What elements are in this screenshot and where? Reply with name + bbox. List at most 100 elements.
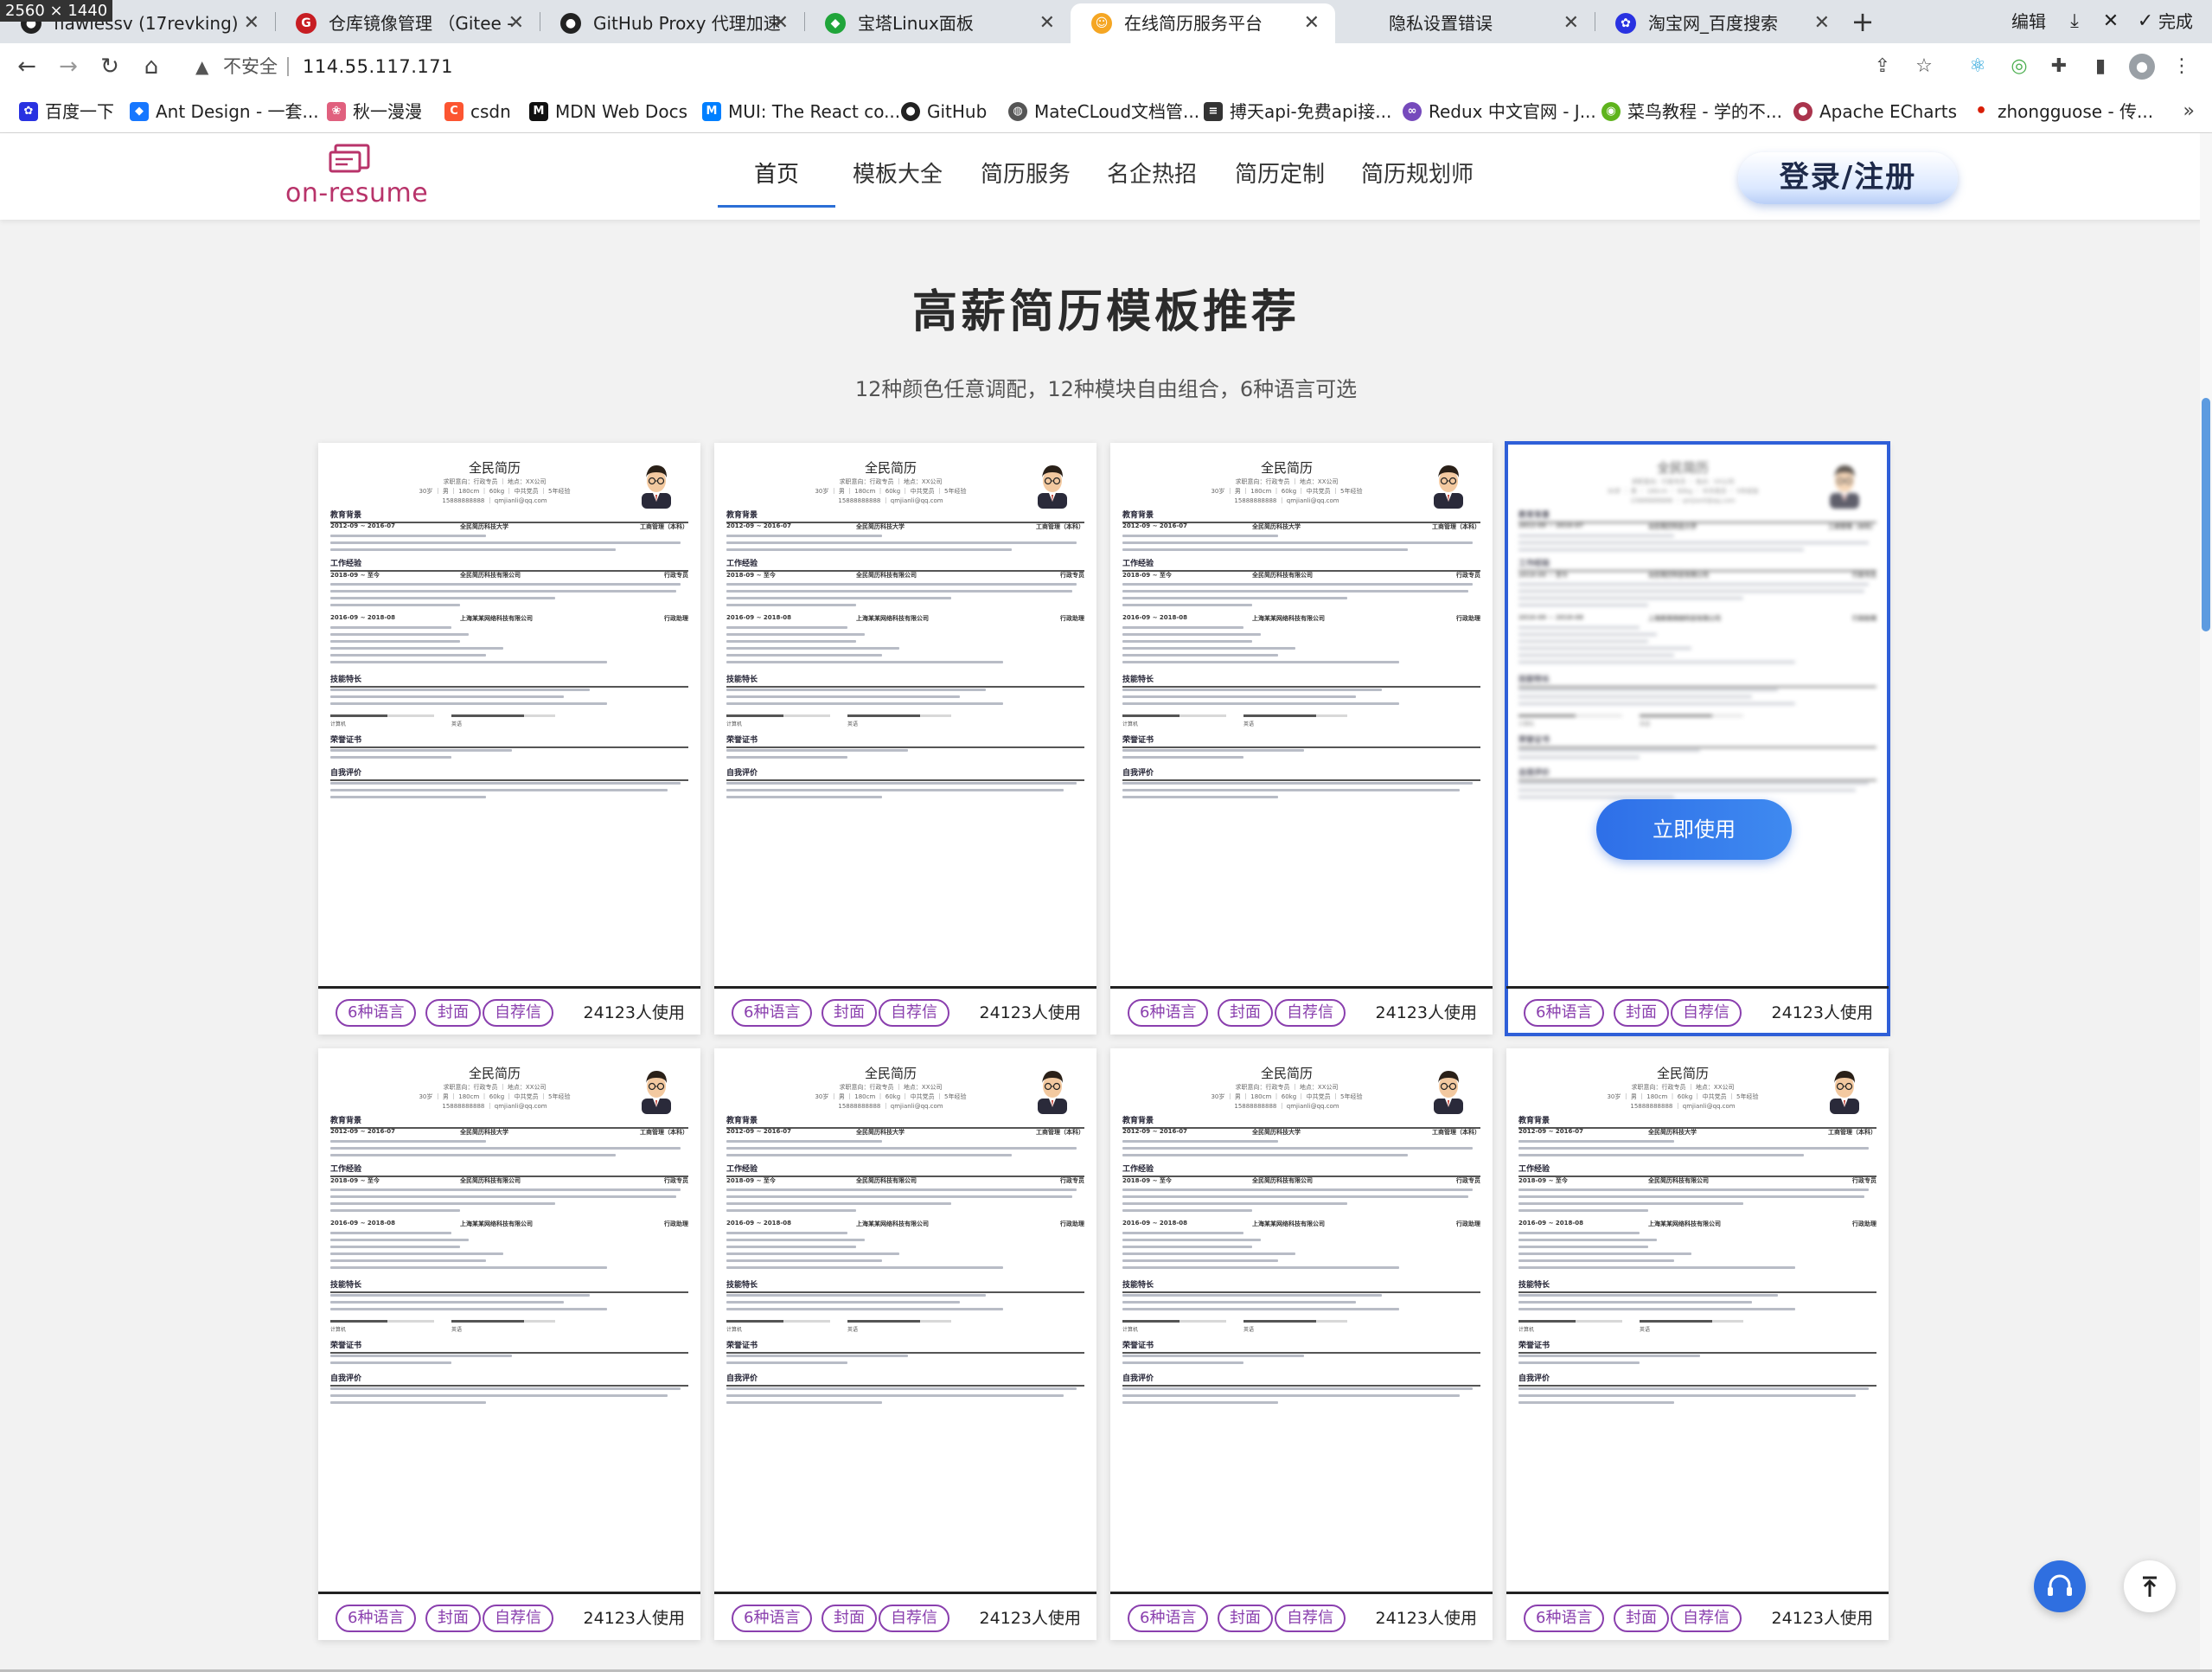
nav-item-home[interactable]: 首页 xyxy=(718,133,835,220)
home-icon[interactable]: ⌂ xyxy=(135,50,168,83)
address-bar[interactable]: ▲ 不安全 114.55.117.171 xyxy=(187,48,1899,85)
warning-icon[interactable]: ▲ xyxy=(195,48,208,85)
resume-preview[interactable]: 全民简历 求职意向：行政专员 ｜ 地点：XX公司 30岁 ｜ 男 ｜ 180cm… xyxy=(318,1048,700,1592)
template-card[interactable]: 全民简历 求职意向：行政专员 ｜ 地点：XX公司 30岁 ｜ 男 ｜ 180cm… xyxy=(318,443,700,1035)
download-icon[interactable]: ⤓ xyxy=(2058,0,2091,43)
bookmark-item[interactable]: ◆ Ant Design - 一套... xyxy=(130,90,319,133)
tag-cover[interactable]: 封面 xyxy=(425,1605,481,1632)
bookmark-item[interactable]: ◍ MateCLoud文档管... xyxy=(1008,90,1199,133)
resume-preview[interactable]: 全民简历 求职意向：行政专员 ｜ 地点：XX公司 30岁 ｜ 男 ｜ 180cm… xyxy=(714,443,1096,986)
tag-cover-letter[interactable]: 自荐信 xyxy=(483,999,553,1027)
nav-item-jobs[interactable]: 名企热招 xyxy=(1107,133,1197,220)
close-icon[interactable]: ✕ xyxy=(1814,3,1830,43)
tag-languages[interactable]: 6种语言 xyxy=(336,1605,417,1632)
star-icon[interactable]: ☆ xyxy=(1908,50,1940,83)
bookmark-item[interactable]: ∞ Redux 中文官网 - J... xyxy=(1403,90,1596,133)
close-icon[interactable]: ✕ xyxy=(1304,3,1320,43)
browser-tab[interactable]: ◆ 宝塔Linux面板 ✕ xyxy=(804,3,1071,43)
sidebar-icon[interactable]: ▮ xyxy=(2084,50,2117,83)
close-icon[interactable]: ✕ xyxy=(244,3,259,43)
chevron-right-icon[interactable]: » xyxy=(2183,90,2195,133)
resume-preview[interactable]: 全民简历 求职意向：行政专员 ｜ 地点：XX公司 30岁 ｜ 男 ｜ 180cm… xyxy=(1506,1048,1889,1592)
bookmark-item[interactable]: ❀ 秋一漫漫 xyxy=(327,90,422,133)
tag-cover[interactable]: 封面 xyxy=(1614,1605,1669,1632)
tag-cover-letter[interactable]: 自荐信 xyxy=(1275,1605,1346,1632)
tag-cover-letter[interactable]: 自荐信 xyxy=(1275,999,1346,1027)
site-logo[interactable]: on-resume xyxy=(285,140,432,213)
nav-item-resume-planner[interactable]: 简历规划师 xyxy=(1361,133,1474,220)
bookmark-item[interactable]: ● Apache ECharts xyxy=(1793,90,1957,133)
template-card[interactable]: 全民简历 求职意向：行政专员 ｜ 地点：XX公司 30岁 ｜ 男 ｜ 180cm… xyxy=(1505,441,1890,1036)
tag-cover-letter[interactable]: 自荐信 xyxy=(879,999,949,1027)
template-card[interactable]: 全民简历 求职意向：行政专员 ｜ 地点：XX公司 30岁 ｜ 男 ｜ 180cm… xyxy=(1506,1048,1889,1640)
bookmark-item[interactable]: M MDN Web Docs xyxy=(529,90,687,133)
tag-cover-letter[interactable]: 自荐信 xyxy=(1671,1605,1742,1632)
close-icon[interactable]: ✕ xyxy=(1039,3,1055,43)
close-icon[interactable]: ✕ xyxy=(508,3,524,43)
bookmark-item[interactable]: ✿ 百度一下 xyxy=(19,90,114,133)
tag-cover[interactable]: 封面 xyxy=(1218,1605,1273,1632)
browser-tab-active[interactable]: ☺ 在线简历服务平台 ✕ xyxy=(1071,3,1335,43)
template-card[interactable]: 全民简历 求职意向：行政专员 ｜ 地点：XX公司 30岁 ｜ 男 ｜ 180cm… xyxy=(318,1048,700,1640)
bookmark-item[interactable]: Ccsdn xyxy=(444,90,511,133)
tag-languages[interactable]: 6种语言 xyxy=(1524,999,1605,1027)
bookmark-item[interactable]: M MUI: The React co... xyxy=(702,90,900,133)
bookmark-item[interactable]: ≡ 搏天api-免费api接... xyxy=(1204,90,1391,133)
scrollbar-track[interactable] xyxy=(2200,133,2212,1672)
template-card[interactable]: 全民简历 求职意向：行政专员 ｜ 地点：XX公司 30岁 ｜ 男 ｜ 180cm… xyxy=(714,443,1096,1035)
resume-preview[interactable]: 全民简历 求职意向：行政专员 ｜ 地点：XX公司 30岁 ｜ 男 ｜ 180cm… xyxy=(318,443,700,986)
use-now-button[interactable]: 立即使用 xyxy=(1596,799,1792,860)
profile-icon[interactable]: ● xyxy=(2129,54,2155,80)
resume-preview[interactable]: 全民简历 求职意向：行政专员 ｜ 地点：XX公司 30岁 ｜ 男 ｜ 180cm… xyxy=(714,1048,1096,1592)
browser-tab[interactable]: 隐私设置错误 ✕ xyxy=(1335,3,1595,43)
browser-tab[interactable]: ✿ 淘宝网_百度搜索 ✕ xyxy=(1595,3,1845,43)
forward-arrow-icon[interactable]: → xyxy=(52,50,85,83)
browser-tab[interactable]: ● GitHub Proxy 代理加速 ✕ xyxy=(540,3,804,43)
tag-cover-letter[interactable]: 自荐信 xyxy=(483,1605,553,1632)
resume-preview[interactable]: 全民简历 求职意向：行政专员 ｜ 地点：XX公司 30岁 ｜ 男 ｜ 180cm… xyxy=(1110,443,1493,986)
puzzle-icon[interactable]: ✚ xyxy=(2043,50,2075,83)
tag-cover[interactable]: 封面 xyxy=(1614,999,1669,1027)
scrollbar-thumb[interactable] xyxy=(2202,398,2210,631)
login-register-button[interactable]: 登录/注册 xyxy=(1738,152,1958,204)
customer-support-button[interactable] xyxy=(2034,1560,2086,1612)
edit-label[interactable]: 编辑 xyxy=(2011,0,2046,43)
close-icon[interactable]: ✕ xyxy=(773,3,789,43)
resume-preview[interactable]: 全民简历 求职意向：行政专员 ｜ 地点：XX公司 30岁 ｜ 男 ｜ 180cm… xyxy=(1506,443,1889,986)
nav-item-custom-resume[interactable]: 简历定制 xyxy=(1235,133,1325,220)
bookmark-item[interactable]: ● GitHub xyxy=(901,90,987,133)
back-arrow-icon[interactable]: ← xyxy=(10,50,43,83)
tag-languages[interactable]: 6种语言 xyxy=(732,1605,813,1632)
tag-languages[interactable]: 6种语言 xyxy=(1524,1605,1605,1632)
url-text[interactable]: 114.55.117.171 xyxy=(303,48,453,85)
close-icon[interactable]: ✕ xyxy=(1563,3,1579,43)
nav-item-resume-service[interactable]: 简历服务 xyxy=(981,133,1071,220)
react-devtools-icon[interactable]: ⚛ xyxy=(1961,50,1994,83)
template-card[interactable]: 全民简历 求职意向：行政专员 ｜ 地点：XX公司 30岁 ｜ 男 ｜ 180cm… xyxy=(714,1048,1096,1640)
done-label[interactable]: 完成 xyxy=(2158,0,2193,43)
bookmark-item[interactable]: • zhongguose - 传... xyxy=(1972,90,2153,133)
tag-languages[interactable]: 6种语言 xyxy=(1128,999,1209,1027)
more-menu-icon[interactable]: ⋮ xyxy=(2165,50,2198,83)
tag-cover-letter[interactable]: 自荐信 xyxy=(1671,999,1742,1027)
new-tab-button[interactable]: + xyxy=(1845,5,1880,40)
tag-cover[interactable]: 封面 xyxy=(1218,999,1273,1027)
browser-tab[interactable]: G 仓库镜像管理 （Gitee - ✕ xyxy=(275,3,540,43)
security-status[interactable]: 不安全 xyxy=(223,48,278,85)
tag-languages[interactable]: 6种语言 xyxy=(732,999,813,1027)
template-card[interactable]: 全民简历 求职意向：行政专员 ｜ 地点：XX公司 30岁 ｜ 男 ｜ 180cm… xyxy=(1110,1048,1493,1640)
resume-preview[interactable]: 全民简历 求职意向：行政专员 ｜ 地点：XX公司 30岁 ｜ 男 ｜ 180cm… xyxy=(1110,1048,1493,1592)
tag-cover[interactable]: 封面 xyxy=(822,999,877,1027)
extension-icon[interactable]: ◎ xyxy=(2003,50,2036,83)
tag-cover[interactable]: 封面 xyxy=(822,1605,877,1632)
bookmark-item[interactable]: ◉ 菜鸟教程 - 学的不... xyxy=(1601,90,1782,133)
template-card[interactable]: 全民简历 求职意向：行政专员 ｜ 地点：XX公司 30岁 ｜ 男 ｜ 180cm… xyxy=(1110,443,1493,1035)
reload-icon[interactable]: ↻ xyxy=(93,50,126,83)
tag-languages[interactable]: 6种语言 xyxy=(336,999,417,1027)
checkmark-icon[interactable]: ✓ xyxy=(2129,0,2162,43)
share-icon[interactable]: ⇪ xyxy=(1866,50,1899,83)
tag-cover[interactable]: 封面 xyxy=(425,999,481,1027)
close-icon[interactable]: ✕ xyxy=(2094,0,2127,43)
nav-item-templates[interactable]: 模板大全 xyxy=(853,133,943,220)
tag-languages[interactable]: 6种语言 xyxy=(1128,1605,1209,1632)
